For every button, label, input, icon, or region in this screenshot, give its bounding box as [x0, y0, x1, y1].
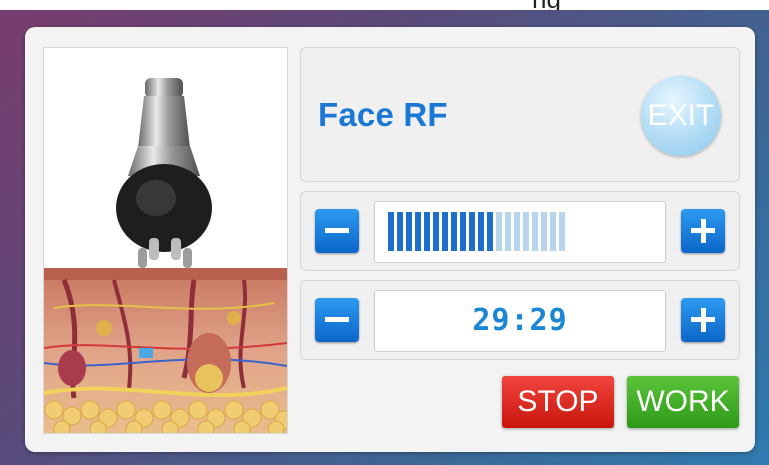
top-strip: ng [0, 0, 769, 10]
intensity-segment-filled [388, 212, 394, 251]
minus-icon [325, 317, 349, 322]
intensity-segment-empty [559, 212, 565, 251]
exit-button[interactable]: EXIT [641, 76, 721, 156]
intensity-segment-empty [550, 212, 556, 251]
intensity-segment-filled [433, 212, 439, 251]
intensity-segment-filled [451, 212, 457, 251]
intensity-segment-filled [442, 212, 448, 251]
intensity-decrease-button[interactable] [315, 209, 359, 253]
timer-control: 29:29 [300, 280, 740, 360]
header-clip-text: ng [532, 0, 561, 10]
intensity-segment-filled [460, 212, 466, 251]
intensity-segment-empty [496, 212, 502, 251]
intensity-level-bar [388, 212, 565, 251]
device-image [43, 47, 288, 434]
intensity-segment-filled [487, 212, 493, 251]
intensity-segment-filled [415, 212, 421, 251]
timer-display: 29:29 [374, 290, 666, 352]
program-title: Face RF [318, 96, 448, 133]
intensity-segment-empty [532, 212, 538, 251]
program-header-card: Face RF EXIT [300, 47, 740, 182]
intensity-increase-button[interactable] [681, 209, 725, 253]
minus-icon [325, 228, 349, 233]
stop-button[interactable]: STOP [502, 376, 614, 428]
intensity-segment-filled [469, 212, 475, 251]
timer-increase-button[interactable] [681, 298, 725, 342]
rf-handpiece-illustration [44, 78, 287, 433]
intensity-segment-empty [523, 212, 529, 251]
work-button[interactable]: WORK [627, 376, 739, 428]
plus-icon-vertical [700, 219, 706, 243]
intensity-segment-filled [424, 212, 430, 251]
intensity-segment-empty [514, 212, 520, 251]
intensity-segment-empty [541, 212, 547, 251]
intensity-segment-empty [505, 212, 511, 251]
timer-decrease-button[interactable] [315, 298, 359, 342]
intensity-segment-filled [397, 212, 403, 251]
intensity-segment-filled [406, 212, 412, 251]
timer-value: 29:29 [472, 303, 568, 338]
intensity-level-display [374, 201, 666, 263]
intensity-segment-filled [478, 212, 484, 251]
plus-icon-vertical [700, 308, 706, 332]
intensity-control [300, 191, 740, 271]
